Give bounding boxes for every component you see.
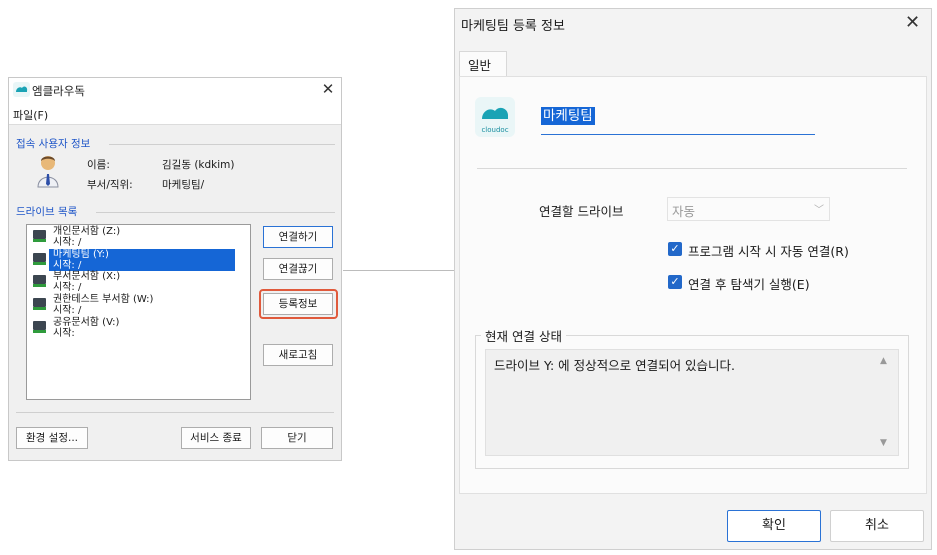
logo-text: cloudoc <box>481 126 509 134</box>
drive-list[interactable]: 개인문서함 (Z:) 시작: / 마케팅팀 (Y:) 시작: / 부서문서함 (… <box>26 224 251 400</box>
cloud-logo-icon <box>13 82 30 97</box>
cloudoc-logo-icon: cloudoc <box>475 97 515 137</box>
user-info-section-title: 접속 사용자 정보 <box>16 138 91 150</box>
network-drive-icon <box>33 275 46 287</box>
drive-list-section-title: 드라이브 목록 <box>16 206 78 218</box>
register-info-button[interactable]: 등록정보 <box>263 293 333 315</box>
cancel-button[interactable]: 취소 <box>830 510 924 542</box>
connect-drive-select[interactable]: 자동 ﹀ <box>667 197 830 221</box>
drive-name-value: 마케팅팀 <box>541 107 595 125</box>
connect-button[interactable]: 연결하기 <box>263 226 333 248</box>
network-drive-icon <box>33 253 46 265</box>
close-icon[interactable]: ✕ <box>905 12 920 33</box>
network-drive-icon <box>33 230 46 242</box>
emcloudoc-main-window: 엠클라우독 ✕ 파일(F) 접속 사용자 정보 이름: 김길동 (kdkim) … <box>8 77 342 461</box>
stop-service-button[interactable]: 서비스 종료 <box>181 427 251 449</box>
status-text: 드라이브 Y: 에 정상적으로 연결되어 있습니다. <box>494 358 736 373</box>
open-explorer-label: 연결 후 탐색기 실행(E) <box>688 277 810 292</box>
disconnect-button[interactable]: 연결끊기 <box>263 258 333 280</box>
drive-status: 시작: <box>53 328 75 339</box>
close-button[interactable]: 닫기 <box>261 427 333 449</box>
network-drive-icon <box>33 321 46 333</box>
dialog-title: 마케팅팀 등록 정보 <box>461 19 565 34</box>
user-avatar-icon <box>37 156 59 188</box>
window-title: 엠클라우독 <box>32 84 85 98</box>
settings-button[interactable]: 환경 설정... <box>16 427 88 449</box>
drive-list-item[interactable]: 공유문서함 (V:) 시작: <box>27 316 250 340</box>
scroll-up-arrow-icon[interactable]: ▲ <box>880 356 887 366</box>
open-explorer-checkbox[interactable]: ✓ <box>668 275 682 289</box>
menu-bar: 파일(F) <box>9 104 341 125</box>
user-name-value: 김길동 (kdkim) <box>162 159 235 171</box>
close-icon[interactable]: ✕ <box>320 80 336 98</box>
menu-file[interactable]: 파일(F) <box>13 107 48 123</box>
title-bar: 엠클라우독 ✕ <box>9 78 341 104</box>
network-drive-icon <box>33 298 46 310</box>
callout-connector-line <box>343 270 454 271</box>
user-dept-label: 부서/직위: <box>87 179 133 191</box>
user-dept-value: 마케팅팀/ <box>162 179 205 191</box>
divider <box>477 168 907 169</box>
connection-status-title: 현재 연결 상태 <box>481 326 566 345</box>
divider <box>109 144 335 145</box>
connection-status-textbox[interactable]: 드라이브 Y: 에 정상적으로 연결되어 있습니다. ▲ ▼ <box>485 349 899 456</box>
chevron-down-icon: ﹀ <box>814 205 824 216</box>
user-name-label: 이름: <box>87 159 110 171</box>
ok-button[interactable]: 확인 <box>727 510 821 542</box>
connect-drive-value: 자동 <box>672 204 696 219</box>
refresh-button[interactable]: 새로고침 <box>263 344 333 366</box>
divider <box>16 412 334 413</box>
drive-properties-dialog: 마케팅팀 등록 정보 ✕ 일반 cloudoc 마케팅팀 연결할 드라이브 자동… <box>454 8 932 550</box>
autostart-label: 프로그램 시작 시 자동 연결(R) <box>688 244 849 259</box>
divider <box>96 212 335 213</box>
autostart-checkbox[interactable]: ✓ <box>668 242 682 256</box>
tab-general[interactable]: 일반 <box>459 51 507 77</box>
scroll-down-arrow-icon[interactable]: ▼ <box>880 438 887 448</box>
connect-drive-label: 연결할 드라이브 <box>539 204 624 219</box>
